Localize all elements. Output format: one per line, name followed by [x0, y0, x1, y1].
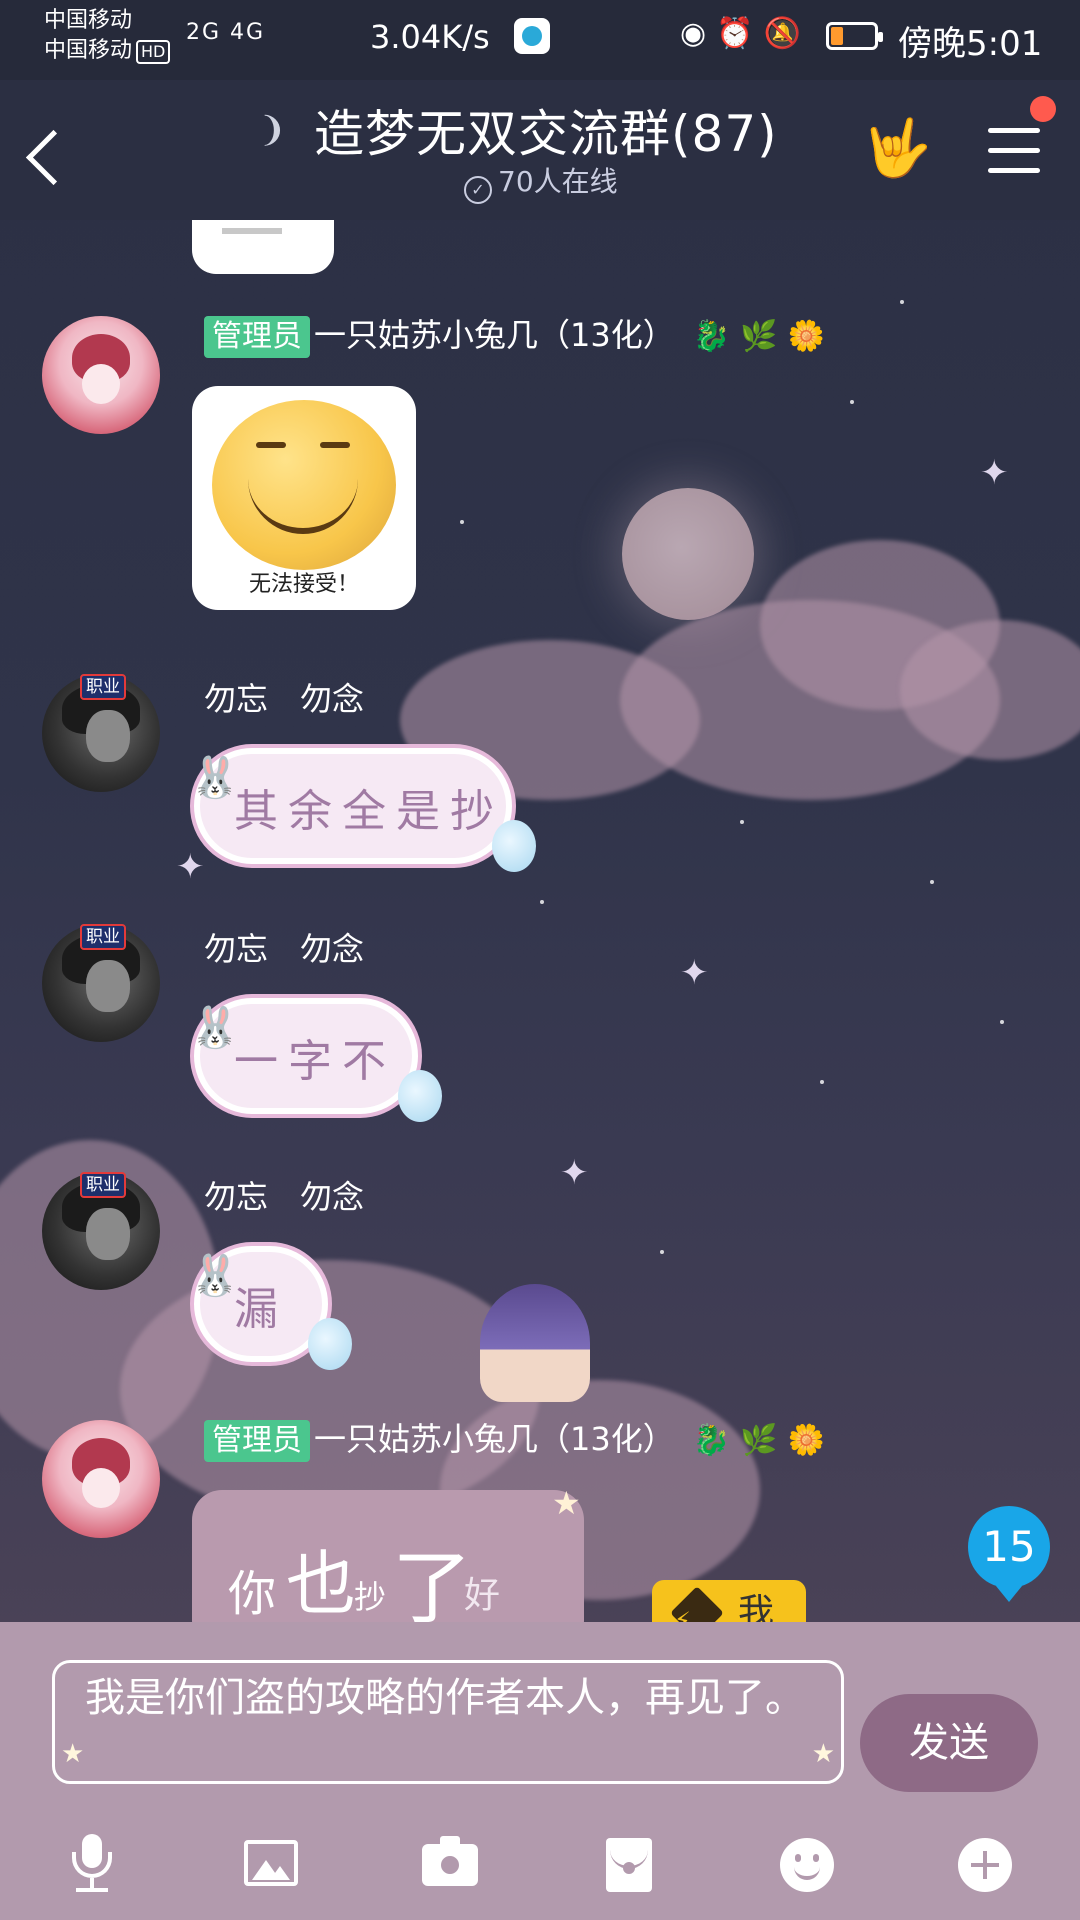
status-icons: ◉⏰🔕: [680, 16, 811, 51]
eye-icon: ◉: [680, 16, 717, 51]
chat-header: ❩ 造梦无双交流群(87) ✓ 70人在线 🤟: [0, 80, 1080, 220]
text-bubble[interactable]: 🐰 一字不: [190, 998, 442, 1122]
bunny-ear-icon: 🐰: [190, 1005, 250, 1051]
back-button[interactable]: [18, 116, 78, 196]
clock: 傍晚5:01: [898, 24, 1043, 64]
sticker-caption: 无法接受！: [248, 572, 359, 597]
star-icon: ★: [552, 1484, 581, 1522]
sender-name[interactable]: 一只姑苏小兔几（13化）: [314, 1420, 675, 1458]
image-icon[interactable]: [244, 1840, 298, 1886]
avatar[interactable]: [42, 1420, 160, 1538]
bunny-ear-icon: 🐰: [190, 1253, 250, 1299]
admin-tag: 管理员: [204, 316, 310, 358]
signal-icon: 2G 4G: [186, 20, 266, 45]
badge-icons: 🐉🌿🌼: [692, 319, 835, 354]
badge-icons: 🐉🌿🌼: [692, 1423, 835, 1458]
sender-name[interactable]: 勿忘 勿念: [204, 924, 364, 970]
chevron-down-icon: ✓: [464, 176, 492, 204]
carrier-info: 中国移动 中国移动 HD: [44, 6, 171, 66]
message-text-part: 你: [228, 1566, 277, 1622]
camera-icon[interactable]: [422, 1836, 478, 1886]
hand-icon[interactable]: 🤟: [862, 114, 932, 184]
ear-icon[interactable]: ❩: [258, 110, 287, 150]
red-packet-icon[interactable]: [606, 1838, 652, 1892]
online-count[interactable]: ✓ 70人在线: [464, 160, 618, 204]
send-button[interactable]: 发送: [860, 1694, 1038, 1792]
group-title[interactable]: 造梦无双交流群(87): [314, 94, 778, 166]
composer-toolbar: [0, 1832, 1080, 1912]
chat-message-list[interactable]: 管理员 一只姑苏小兔几（13化） 🐉🌿🌼 无法接受！ 职业 勿忘 勿念 🐰 其余全是…: [0, 220, 1080, 1622]
chibi-character-decoration: [480, 1284, 590, 1402]
message-text-part: 了: [392, 1542, 472, 1622]
admin-tag: 管理员: [204, 1420, 310, 1462]
sender-name[interactable]: 勿忘 勿念: [204, 1172, 364, 1218]
balloon-icon: [492, 820, 536, 872]
composer-area: 我是你们盗的攻略的作者本人，再见了。 ★ ★ 发送: [0, 1622, 1080, 1920]
plus-icon[interactable]: [958, 1838, 1012, 1892]
balloon-icon: [398, 1070, 442, 1122]
partial-image-message[interactable]: [192, 220, 334, 274]
message-text-part: 抄: [354, 1578, 387, 1616]
alarm-icon: ⏰: [716, 16, 764, 51]
battery-icon: [826, 22, 883, 50]
sender-line: 管理员 一只姑苏小兔几（13化） 🐉🌿🌼: [204, 310, 835, 358]
notification-dot: [1030, 96, 1056, 122]
text-bubble[interactable]: 你 也 抄 了 好: [192, 1490, 584, 1622]
balloon-icon: [308, 1318, 352, 1370]
carrier-1: 中国移动: [44, 8, 133, 33]
mic-icon[interactable]: [62, 1832, 122, 1902]
hd-badge: HD: [136, 40, 171, 64]
input-text: 我是你们盗的攻略的作者本人，再见了。: [85, 1675, 805, 1721]
text-bubble[interactable]: 🐰 漏: [190, 1246, 352, 1370]
sender-name[interactable]: 勿忘 勿念: [204, 674, 364, 720]
job-badge: 职业: [80, 674, 126, 700]
message-text: 一字不: [234, 1036, 396, 1087]
sticker-message[interactable]: 无法接受！: [192, 386, 416, 610]
job-badge: 职业: [80, 924, 126, 950]
bunny-ear-icon: 🐰: [190, 755, 250, 801]
star-icon: ★: [61, 1739, 85, 1769]
emoji-icon[interactable]: [780, 1838, 834, 1892]
text-bubble[interactable]: 🐰 其余全是抄: [190, 748, 536, 872]
unread-count-badge[interactable]: 15: [968, 1506, 1050, 1602]
avatar[interactable]: [42, 316, 160, 434]
carrier-2: 中国移动: [44, 38, 133, 63]
menu-button[interactable]: [988, 124, 1042, 178]
sender-name[interactable]: 一只姑苏小兔几（13化）: [314, 316, 675, 354]
mute-bell-icon: 🔕: [763, 16, 811, 51]
net-speed: 3.04K/s: [370, 18, 490, 56]
status-bar: 中国移动 中国移动 HD 2G 4G 3.04K/s ◉⏰🔕 傍晚5:01: [0, 0, 1080, 80]
message-input[interactable]: 我是你们盗的攻略的作者本人，再见了。 ★ ★: [52, 1660, 844, 1784]
message-text-part: 好: [464, 1575, 501, 1616]
job-badge: 职业: [80, 1172, 126, 1198]
message-text: 其余全是抄: [234, 786, 504, 837]
sender-line: 管理员 一只姑苏小兔几（13化） 🐉🌿🌼: [204, 1414, 835, 1462]
message-text-part: 也: [286, 1543, 356, 1622]
china-mobile-app-icon: [514, 18, 550, 54]
star-icon: ★: [811, 1739, 835, 1769]
